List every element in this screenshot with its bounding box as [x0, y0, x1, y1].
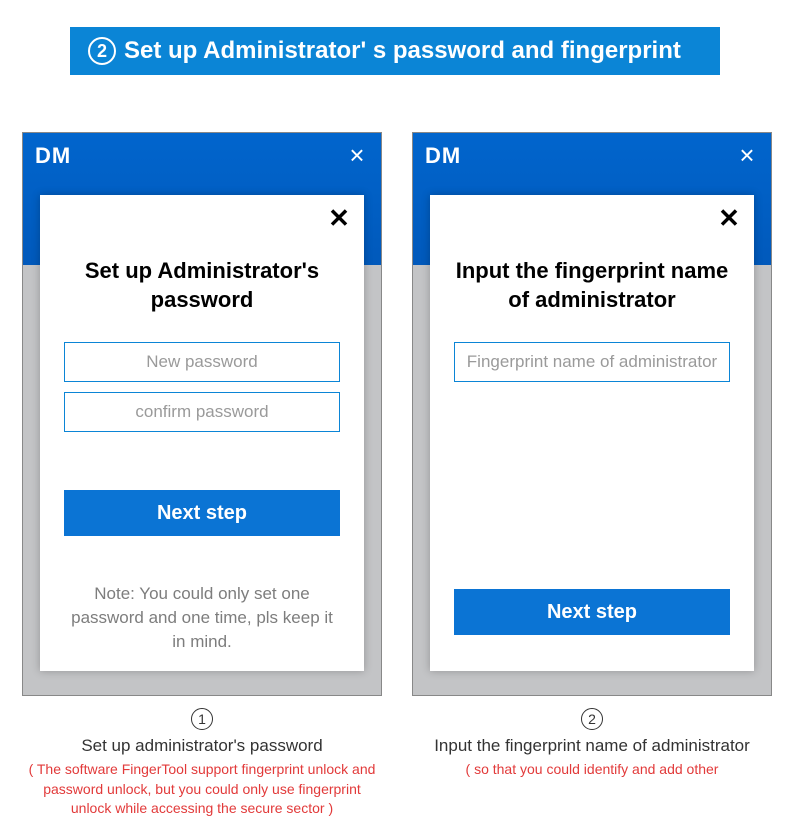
- next-step-button[interactable]: Next step: [64, 490, 340, 536]
- dm-logo: DM: [425, 143, 461, 169]
- caption-left: 1 Set up administrator's password ( The …: [22, 708, 382, 819]
- modal-title: Set up Administrator's password: [64, 257, 340, 314]
- password-note: Note: You could only set one password an…: [64, 582, 340, 653]
- caption-right: 2 Input the fingerprint name of administ…: [412, 708, 772, 780]
- caption-note: ( The software FingerTool support finger…: [22, 760, 382, 819]
- modal-close-button[interactable]: ✕: [716, 205, 742, 231]
- app-window-right: DM × ✕ Input the fingerprint name of adm…: [412, 132, 772, 696]
- banner-text: Set up Administrator' s password and fin…: [124, 37, 681, 65]
- caption-note: ( so that you could identify and add oth…: [412, 760, 772, 780]
- step-banner: 2 Set up Administrator' s password and f…: [70, 27, 720, 75]
- window-close-button[interactable]: ×: [343, 141, 371, 169]
- next-step-button[interactable]: Next step: [454, 589, 730, 635]
- fingerprint-name-input[interactable]: [454, 342, 730, 382]
- caption-main: Input the fingerprint name of administra…: [412, 736, 772, 756]
- fingerprint-modal: ✕ Input the fingerprint name of administ…: [430, 195, 754, 671]
- dm-logo: DM: [35, 143, 71, 169]
- window-close-button[interactable]: ×: [733, 141, 761, 169]
- banner-number: 2: [88, 37, 116, 65]
- confirm-password-input[interactable]: [64, 392, 340, 432]
- new-password-input[interactable]: [64, 342, 340, 382]
- app-window-left: DM × ✕ Set up Administrator's password N…: [22, 132, 382, 696]
- modal-close-button[interactable]: ✕: [326, 205, 352, 231]
- caption-number: 1: [191, 708, 213, 730]
- caption-main: Set up administrator's password: [22, 736, 382, 756]
- modal-title: Input the fingerprint name of administra…: [454, 257, 730, 314]
- caption-number: 2: [581, 708, 603, 730]
- password-modal: ✕ Set up Administrator's password Next s…: [40, 195, 364, 671]
